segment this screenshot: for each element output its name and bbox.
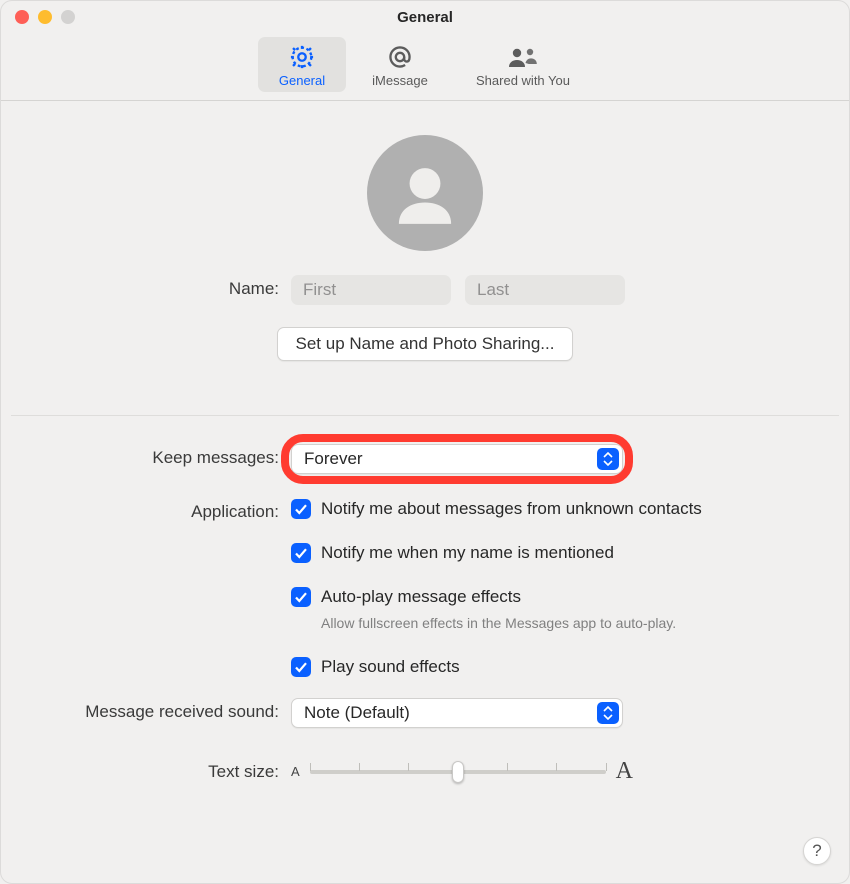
tab-imessage-label: iMessage	[372, 73, 428, 88]
received-sound-value: Note (Default)	[304, 703, 410, 723]
notify-unknown-label: Notify me about messages from unknown co…	[321, 498, 702, 520]
help-button[interactable]: ?	[803, 837, 831, 865]
keep-messages-popup[interactable]: Forever	[291, 444, 623, 474]
text-size-large-glyph: A	[616, 758, 633, 785]
content: Name: Set up Name and Photo Sharing... K…	[1, 101, 849, 785]
auto-play-hint: Allow fullscreen effects in the Messages…	[321, 612, 676, 634]
notify-mention-checkbox[interactable]	[291, 543, 311, 563]
received-sound-label: Message received sound:	[1, 698, 291, 722]
window-title: General	[1, 9, 849, 26]
application-label: Application:	[1, 498, 291, 522]
at-icon	[386, 43, 414, 71]
tab-imessage[interactable]: iMessage	[356, 37, 444, 92]
keep-messages-value: Forever	[304, 449, 363, 469]
tab-general[interactable]: General	[258, 37, 346, 92]
text-size-label: Text size:	[1, 758, 291, 782]
help-glyph: ?	[812, 841, 821, 861]
notify-mention-label: Notify me when my name is mentioned	[321, 542, 614, 564]
titlebar: General	[1, 1, 849, 33]
setup-name-photo-button[interactable]: Set up Name and Photo Sharing...	[277, 327, 574, 361]
section-divider	[11, 415, 839, 416]
keep-messages-label: Keep messages:	[1, 444, 291, 468]
text-size-knob[interactable]	[452, 761, 464, 783]
preferences-toolbar: General iMessage Shared with You	[1, 33, 849, 100]
text-size-small-glyph: A	[291, 764, 300, 779]
people-icon	[506, 43, 540, 71]
tab-shared-label: Shared with You	[476, 73, 570, 88]
notify-unknown-checkbox[interactable]	[291, 499, 311, 519]
user-avatar[interactable]	[367, 135, 483, 251]
play-sound-label: Play sound effects	[321, 656, 460, 678]
text-size-slider[interactable]	[310, 761, 606, 783]
chevron-up-down-icon	[597, 448, 619, 470]
first-name-input[interactable]	[291, 275, 451, 305]
gear-icon	[288, 43, 316, 71]
name-label: Name:	[1, 275, 291, 299]
tab-general-label: General	[279, 73, 325, 88]
tab-shared-with-you[interactable]: Shared with You	[454, 37, 592, 92]
play-sound-row: Play sound effects	[291, 656, 460, 678]
play-sound-checkbox[interactable]	[291, 657, 311, 677]
notify-unknown-row: Notify me about messages from unknown co…	[291, 498, 702, 520]
auto-play-checkbox[interactable]	[291, 587, 311, 607]
auto-play-label: Auto-play message effects	[321, 587, 521, 606]
notify-mention-row: Notify me when my name is mentioned	[291, 542, 614, 564]
auto-play-row: Auto-play message effects Allow fullscre…	[291, 586, 676, 634]
chevron-up-down-icon	[597, 702, 619, 724]
last-name-input[interactable]	[465, 275, 625, 305]
received-sound-popup[interactable]: Note (Default)	[291, 698, 623, 728]
